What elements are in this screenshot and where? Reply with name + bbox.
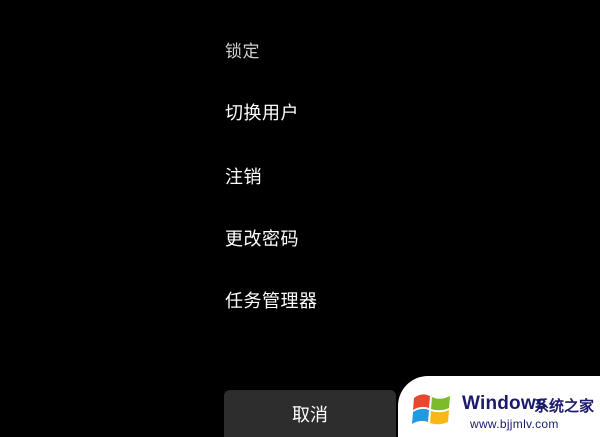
watermark-cn-text: 系统之家 [534, 397, 595, 415]
menu-item-change-password[interactable]: 更改密码 [225, 228, 299, 252]
windows-flag-icon [412, 394, 450, 425]
menu-item-sign-out[interactable]: 注销 [225, 166, 262, 190]
menu-item-lock[interactable]: 锁定 [225, 40, 260, 64]
menu-item-switch-user[interactable]: 切换用户 [225, 102, 299, 126]
cancel-button[interactable]: 取消 [224, 390, 396, 437]
watermark-url: www.bjjmlv.com [470, 417, 559, 431]
watermark-logo: Windows 系统之家 www.bjjmlv.com [398, 376, 600, 437]
menu-item-task-manager[interactable]: 任务管理器 [225, 290, 318, 314]
